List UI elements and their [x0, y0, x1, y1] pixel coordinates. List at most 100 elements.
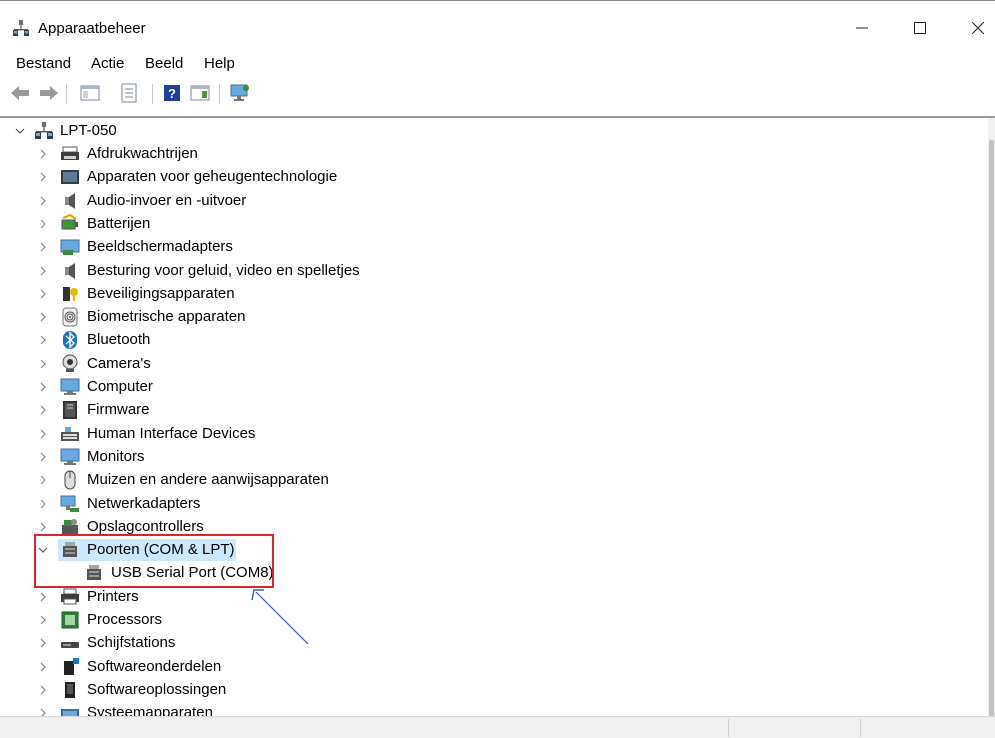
minimize-button[interactable] — [842, 13, 882, 43]
chevron-right-icon[interactable] — [38, 475, 48, 485]
tree-category-row[interactable]: Softwareonderdelen — [0, 656, 900, 678]
chevron-right-icon[interactable] — [38, 452, 48, 462]
annotation-arrow-icon — [251, 589, 309, 645]
tree-category-row[interactable]: Computer — [0, 376, 900, 398]
menu-bestand[interactable]: Bestand — [16, 55, 71, 72]
chevron-right-icon[interactable] — [38, 359, 48, 369]
tree-item-label: Monitors — [87, 447, 145, 465]
chevron-right-icon[interactable] — [38, 312, 48, 322]
system-device-icon — [61, 709, 79, 716]
action-pane-button[interactable] — [189, 82, 211, 104]
back-button[interactable] — [9, 82, 31, 104]
chevron-right-icon[interactable] — [38, 172, 48, 182]
maximize-icon — [914, 22, 926, 34]
display-adapter-icon — [60, 239, 80, 256]
chevron-right-icon[interactable] — [38, 149, 48, 159]
tree-category-row[interactable]: Beeldschermadapters — [0, 236, 900, 258]
menu-help[interactable]: Help — [204, 55, 235, 72]
tree-item-label: Camera's — [87, 354, 151, 372]
chevron-right-icon[interactable] — [38, 242, 48, 252]
monitor-icon — [60, 448, 80, 465]
chevron-down-icon[interactable] — [15, 126, 25, 136]
forward-button[interactable] — [38, 82, 60, 104]
device-manager-app-icon — [13, 20, 29, 36]
network-adapter-icon — [60, 495, 79, 512]
maximize-button[interactable] — [900, 13, 940, 43]
menu-actie[interactable]: Actie — [91, 55, 124, 72]
properties-icon — [121, 83, 137, 103]
tree-category-row[interactable]: Afdrukwachtrijen — [0, 143, 900, 165]
chevron-right-icon[interactable] — [38, 219, 48, 229]
tree-category-row[interactable]: Audio-invoer en -uitvoer — [0, 190, 900, 212]
toolbar-separator — [219, 84, 220, 104]
title-bar: Apparaatbeheer — [0, 0, 995, 46]
software-solution-icon — [65, 681, 75, 698]
forward-arrow-icon — [40, 86, 58, 100]
processor-icon — [61, 611, 79, 629]
tree-item-label: Beeldschermadapters — [87, 238, 233, 256]
status-divider — [860, 719, 861, 737]
chevron-right-icon[interactable] — [38, 382, 48, 392]
tree-category-row[interactable]: Human Interface Devices — [0, 423, 900, 445]
tree-category-row[interactable]: Beveiligingsapparaten — [0, 283, 900, 305]
status-bar — [0, 716, 995, 738]
tree-category-row[interactable]: Printers — [0, 586, 900, 608]
tree-item-label: Printers — [87, 587, 139, 605]
tree-category-row[interactable]: Schijfstations — [0, 632, 900, 654]
speaker-icon — [65, 192, 75, 209]
chevron-right-icon[interactable] — [38, 685, 48, 695]
properties-button[interactable] — [118, 82, 140, 104]
tree-item-label: Softwareoplossingen — [87, 680, 227, 698]
scan-hardware-button[interactable] — [229, 82, 251, 104]
chevron-right-icon[interactable] — [38, 615, 48, 625]
chevron-right-icon[interactable] — [38, 429, 48, 439]
tree-category-row[interactable]: Camera's — [0, 353, 900, 375]
chevron-right-icon[interactable] — [38, 708, 48, 716]
tree-item-label: Batterijen — [87, 214, 151, 232]
tree-item-label: Audio-invoer en -uitvoer — [87, 191, 247, 209]
chevron-right-icon[interactable] — [38, 196, 48, 206]
tree-category-row[interactable]: Besturing voor geluid, video en spelletj… — [0, 260, 900, 282]
chevron-right-icon[interactable] — [38, 405, 48, 415]
tree-category-row[interactable]: Monitors — [0, 446, 900, 468]
window-title: Apparaatbeheer — [38, 20, 146, 37]
chevron-right-icon[interactable] — [38, 522, 48, 532]
tree-item-label: Computer — [87, 378, 153, 395]
tree-category-row[interactable]: Systeemapparaten — [0, 702, 900, 716]
console-tree-button[interactable] — [79, 82, 101, 104]
chevron-right-icon[interactable] — [38, 638, 48, 648]
close-button[interactable] — [958, 13, 995, 43]
menu-beeld[interactable]: Beeld — [145, 55, 183, 72]
tree-category-row[interactable]: Softwareoplossingen — [0, 679, 900, 701]
scrollbar-thumb[interactable] — [989, 140, 994, 732]
software-component-icon — [64, 657, 79, 675]
vertical-scrollbar[interactable] — [988, 118, 995, 732]
tree-root-row[interactable]: LPT-050 — [0, 120, 900, 142]
chevron-right-icon[interactable] — [38, 266, 48, 276]
tree-item-label: Systeemapparaten — [87, 704, 213, 716]
tree-item-label: Netwerkadapters — [87, 494, 201, 512]
chevron-right-icon[interactable] — [38, 592, 48, 602]
mouse-icon — [64, 470, 76, 490]
action-pane-icon — [190, 85, 210, 101]
tree-category-row[interactable]: Netwerkadapters — [0, 493, 900, 515]
tree-category-row[interactable]: Apparaten voor geheugentechnologie — [0, 166, 900, 188]
show-hide-console-tree-icon — [80, 85, 100, 101]
tree-category-row[interactable]: Firmware — [0, 399, 900, 421]
chevron-right-icon[interactable] — [38, 499, 48, 509]
toolbar — [0, 80, 995, 110]
help-button[interactable]: ? — [161, 82, 183, 104]
tree-item-label: Besturing voor geluid, video en spelletj… — [87, 261, 360, 279]
tree-category-row[interactable]: Bluetooth — [0, 329, 900, 351]
tree-item-label: Biometrische apparaten — [87, 308, 246, 326]
tree-item-label: Afdrukwachtrijen — [87, 145, 198, 162]
tree-category-row[interactable]: Biometrische apparaten — [0, 306, 900, 328]
speaker-icon — [65, 262, 75, 279]
chevron-right-icon[interactable] — [38, 289, 48, 299]
tree-category-row[interactable]: Muizen en andere aanwijsapparaten — [0, 469, 900, 491]
tree-root-label: LPT-050 — [60, 122, 117, 139]
tree-category-row[interactable]: Batterijen — [0, 213, 900, 235]
chevron-right-icon[interactable] — [38, 662, 48, 672]
chevron-right-icon[interactable] — [38, 335, 48, 345]
tree-category-row[interactable]: Processors — [0, 609, 900, 631]
